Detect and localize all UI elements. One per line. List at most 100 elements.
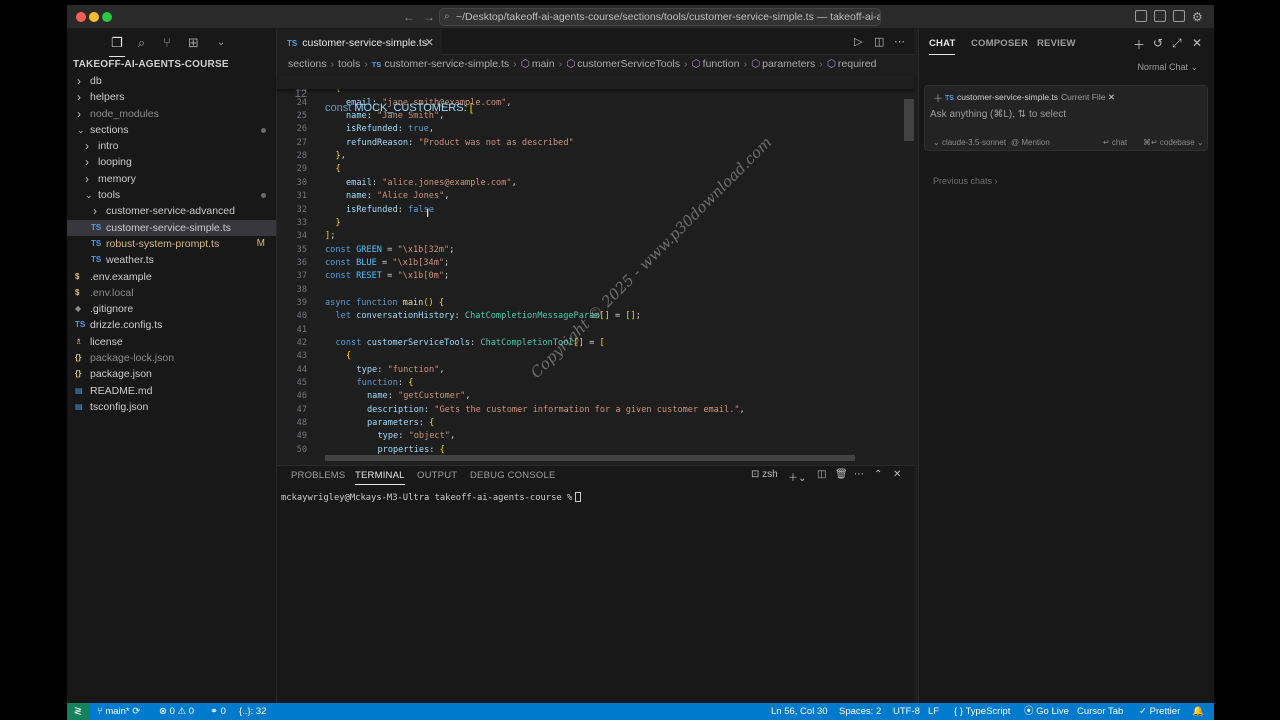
close-window-button[interactable] <box>76 12 86 22</box>
terminal-output[interactable]: mckaywrigley@Mckays-M3-Ultra takeoff-ai-… <box>281 492 582 503</box>
chat-input-placeholder[interactable]: Ask anything (⌘L), ⇅ to select <box>930 109 1066 120</box>
remove-chip-icon[interactable]: ✕ <box>1108 92 1115 102</box>
problems-indicator[interactable]: ⊗ 0 ⚠ 0 <box>159 703 194 720</box>
code-line[interactable]: 49 type: "object", <box>277 430 914 443</box>
code-line[interactable]: 42 const customerServiceTools: ChatComple… <box>277 337 914 350</box>
history-icon[interactable]: ↺ <box>1153 36 1163 50</box>
code-line[interactable]: 43 { <box>277 350 914 363</box>
tree-item-package-json[interactable]: {} package.json <box>67 366 276 382</box>
code-line[interactable]: 26 isRefunded: true, <box>277 123 914 136</box>
tree-item-helpers[interactable]: › helpers <box>67 89 276 105</box>
tree-item-memory[interactable]: › memory <box>67 171 276 187</box>
add-context-icon[interactable]: ＋ <box>933 90 943 105</box>
toggle-secondary-sidebar-icon[interactable] <box>1173 10 1185 22</box>
branch-indicator[interactable]: ⑂ main* ⟳ <box>97 703 140 720</box>
previous-chats-link[interactable]: Previous chats › <box>933 176 998 186</box>
horizontal-scrollbar[interactable] <box>325 455 855 461</box>
cursor-tab-indicator[interactable]: Cursor Tab <box>1077 703 1123 720</box>
close-icon[interactable]: ✕ <box>1192 36 1202 50</box>
code-line[interactable]: 44 type: "function", <box>277 364 914 377</box>
terminal-shell-selector[interactable]: ⊡ zsh <box>751 469 778 480</box>
tree-item-env-example[interactable]: $ .env.example <box>67 269 276 285</box>
breadcrumb-item[interactable]: sections <box>288 58 327 70</box>
breadcrumb-item[interactable]: tools <box>338 58 360 70</box>
tab-review[interactable]: REVIEW <box>1037 38 1076 49</box>
code-line[interactable]: 30 email: "alice.jones@example.com", <box>277 177 914 190</box>
sticky-scroll-line[interactable]: 12 const MOCK_CUSTOMERS: [ <box>277 75 914 114</box>
split-terminal-icon[interactable]: ◫ <box>817 469 826 480</box>
chat-input-box[interactable]: ＋ TS customer-service-simple.ts Current Fi… <box>924 85 1208 151</box>
context-file-chip[interactable]: TS customer-service-simple.ts Current File… <box>945 91 1115 103</box>
close-tab-icon[interactable]: ✕ <box>425 30 434 56</box>
tree-item-tsconfig-json[interactable]: ▤ tsconfig.json <box>67 399 276 415</box>
tree-item-gitignore[interactable]: ◆ .gitignore <box>67 301 276 317</box>
breadcrumb-item[interactable]: ⬡ parameters <box>751 58 815 70</box>
indentation[interactable]: Spaces: 2 <box>839 703 881 720</box>
back-arrow-icon[interactable]: ← <box>403 10 415 24</box>
source-control-icon[interactable]: ⑂ <box>163 35 171 50</box>
toggle-sidebar-icon[interactable] <box>1135 10 1147 22</box>
code-line[interactable]: 41 <box>277 324 914 337</box>
breadcrumb-item[interactable]: ⬡ required <box>827 58 877 70</box>
go-live-button[interactable]: ⦿ Go Live <box>1024 703 1069 720</box>
chevron-down-icon[interactable]: ⌄ <box>217 37 225 48</box>
run-icon[interactable]: ▷ <box>854 29 862 55</box>
close-panel-icon[interactable]: ✕ <box>893 469 901 480</box>
breadcrumb-item[interactable]: ⬡ main <box>521 58 555 70</box>
sync-icon[interactable]: ⟳ <box>132 706 140 717</box>
new-terminal-icon[interactable]: ＋⌄ <box>788 469 806 484</box>
tree-item-intro[interactable]: › intro <box>67 138 276 154</box>
code-line[interactable]: 38 <box>277 284 914 297</box>
code-line[interactable]: 40 let conversationHistory: ChatCompletio… <box>277 310 914 323</box>
tab-chat[interactable]: CHAT <box>929 38 956 55</box>
tree-item-drizzle-config-ts[interactable]: TS drizzle.config.ts <box>67 317 276 333</box>
tree-item-customer-service-simple-ts[interactable]: TS customer-service-simple.ts <box>67 219 276 236</box>
code-line[interactable]: 37 const RESET = "\x1b[0m"; <box>277 270 914 283</box>
code-line[interactable]: 36 const BLUE = "\x1b[34m"; <box>277 257 914 270</box>
more-actions-icon[interactable]: ⋯ <box>894 29 905 55</box>
ports-indicator[interactable]: ⚭ 0 <box>210 703 226 720</box>
tree-item-tools[interactable]: ⌄ tools <box>67 187 276 203</box>
breadcrumb-item[interactable]: TS customer-service-simple.ts <box>372 58 509 70</box>
more-icon[interactable]: ⋯ <box>854 469 864 480</box>
tab-output[interactable]: OUTPUT <box>417 470 457 481</box>
end-of-line[interactable]: LF <box>928 703 939 720</box>
code-line[interactable]: 31 name: "Alice Jones", <box>277 190 914 203</box>
tab-problems[interactable]: PROBLEMS <box>291 470 345 481</box>
braces-indicator[interactable]: {..}: 32 <box>239 703 266 720</box>
tree-item-node-modules[interactable]: › node_modules <box>67 106 276 122</box>
bell-icon[interactable]: 🔔 <box>1192 703 1204 720</box>
model-selector[interactable]: ⌄ claude-3.5-sonnet <box>933 138 1006 147</box>
tab-composer[interactable]: COMPOSER <box>971 38 1028 49</box>
tree-item-sections[interactable]: ⌄ sections <box>67 122 276 138</box>
code-line[interactable]: 33} <box>277 217 914 230</box>
code-line[interactable]: 32 isRefunded: false <box>277 204 914 217</box>
codebase-chat-button[interactable]: ⌘↵ codebase ⌄ <box>1143 138 1204 147</box>
vertical-scrollbar[interactable] <box>904 99 914 141</box>
remote-icon[interactable]: ≷ <box>67 703 89 720</box>
tree-item-license[interactable]: ♗ license <box>67 334 276 350</box>
code-line[interactable]: 46 name: "getCustomer", <box>277 390 914 403</box>
tab-customer-service-simple[interactable]: TS customer-service-simple.ts ✕ <box>277 29 442 55</box>
code-line[interactable]: 27 refundReason: "Product was not as desc… <box>277 137 914 150</box>
tree-item-weather-ts[interactable]: TS weather.ts <box>67 252 276 268</box>
code-line[interactable]: 39 async function main() { <box>277 297 914 310</box>
workspace-title[interactable]: TAKEOFF-AI-AGENTS-COURSE <box>67 57 276 73</box>
tree-item-db[interactable]: › db <box>67 73 276 89</box>
code-line[interactable]: 48 parameters: { <box>277 417 914 430</box>
chat-mode-select[interactable]: Normal Chat ⌄ <box>1137 62 1198 73</box>
split-editor-icon[interactable]: ◫ <box>874 29 884 55</box>
code-line[interactable]: 34]; <box>277 230 914 243</box>
maximize-window-button[interactable] <box>102 12 112 22</box>
code-line[interactable]: 29 { <box>277 163 914 176</box>
tree-item-package-lock-json[interactable]: {} package-lock.json <box>67 350 276 366</box>
extensions-icon[interactable]: ⊞ <box>188 35 199 51</box>
forward-arrow-icon[interactable]: → <box>423 10 435 24</box>
code-line[interactable]: 28}, <box>277 150 914 163</box>
tree-item-readme-md[interactable]: ▤ README.md <box>67 383 276 399</box>
cursor-position[interactable]: Ln 56, Col 30 <box>771 703 828 720</box>
toggle-panel-icon[interactable] <box>1154 10 1166 22</box>
new-chat-icon[interactable]: ＋ <box>1133 36 1145 53</box>
tab-terminal[interactable]: TERMINAL <box>355 470 405 485</box>
search-icon[interactable]: ⌕ <box>138 35 145 51</box>
